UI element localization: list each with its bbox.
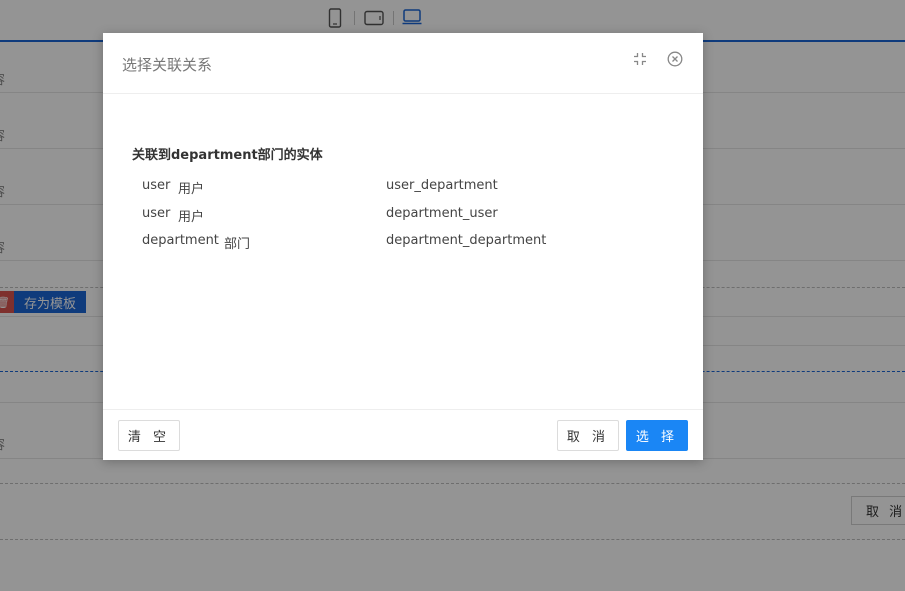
relation-name: department_department (386, 233, 547, 248)
entity-name: user (142, 206, 171, 221)
entity-label: 用户 (178, 182, 205, 197)
entity-name: department (142, 233, 219, 248)
relation-name: user_department (386, 178, 498, 193)
relation-item[interactable]: department 部门 department_department (103, 233, 703, 255)
maximize-icon[interactable] (632, 51, 648, 67)
clear-button[interactable]: 清 空 (118, 420, 180, 451)
dialog-header: 选择关联关系 (103, 33, 703, 94)
close-circle-icon[interactable] (667, 51, 683, 67)
select-button[interactable]: 选 择 (626, 420, 688, 451)
dialog-title: 选择关联关系 (122, 56, 213, 74)
entity-label: 用户 (178, 210, 205, 225)
cancel-button[interactable]: 取 消 (557, 420, 619, 451)
relation-dialog: 选择关联关系 关联到department部门的实体 user 用户 user_d… (103, 33, 703, 460)
entity-name: user (142, 178, 171, 193)
relation-item[interactable]: user 用户 user_department (103, 178, 703, 200)
relation-name: department_user (386, 206, 498, 221)
section-title: 关联到department部门的实体 (132, 148, 323, 163)
entity-label: 部门 (224, 237, 251, 252)
relation-item[interactable]: user 用户 department_user (103, 206, 703, 228)
dialog-footer: 清 空 取 消 选 择 (103, 409, 703, 460)
dialog-body: 关联到department部门的实体 user 用户 user_departme… (103, 94, 703, 409)
